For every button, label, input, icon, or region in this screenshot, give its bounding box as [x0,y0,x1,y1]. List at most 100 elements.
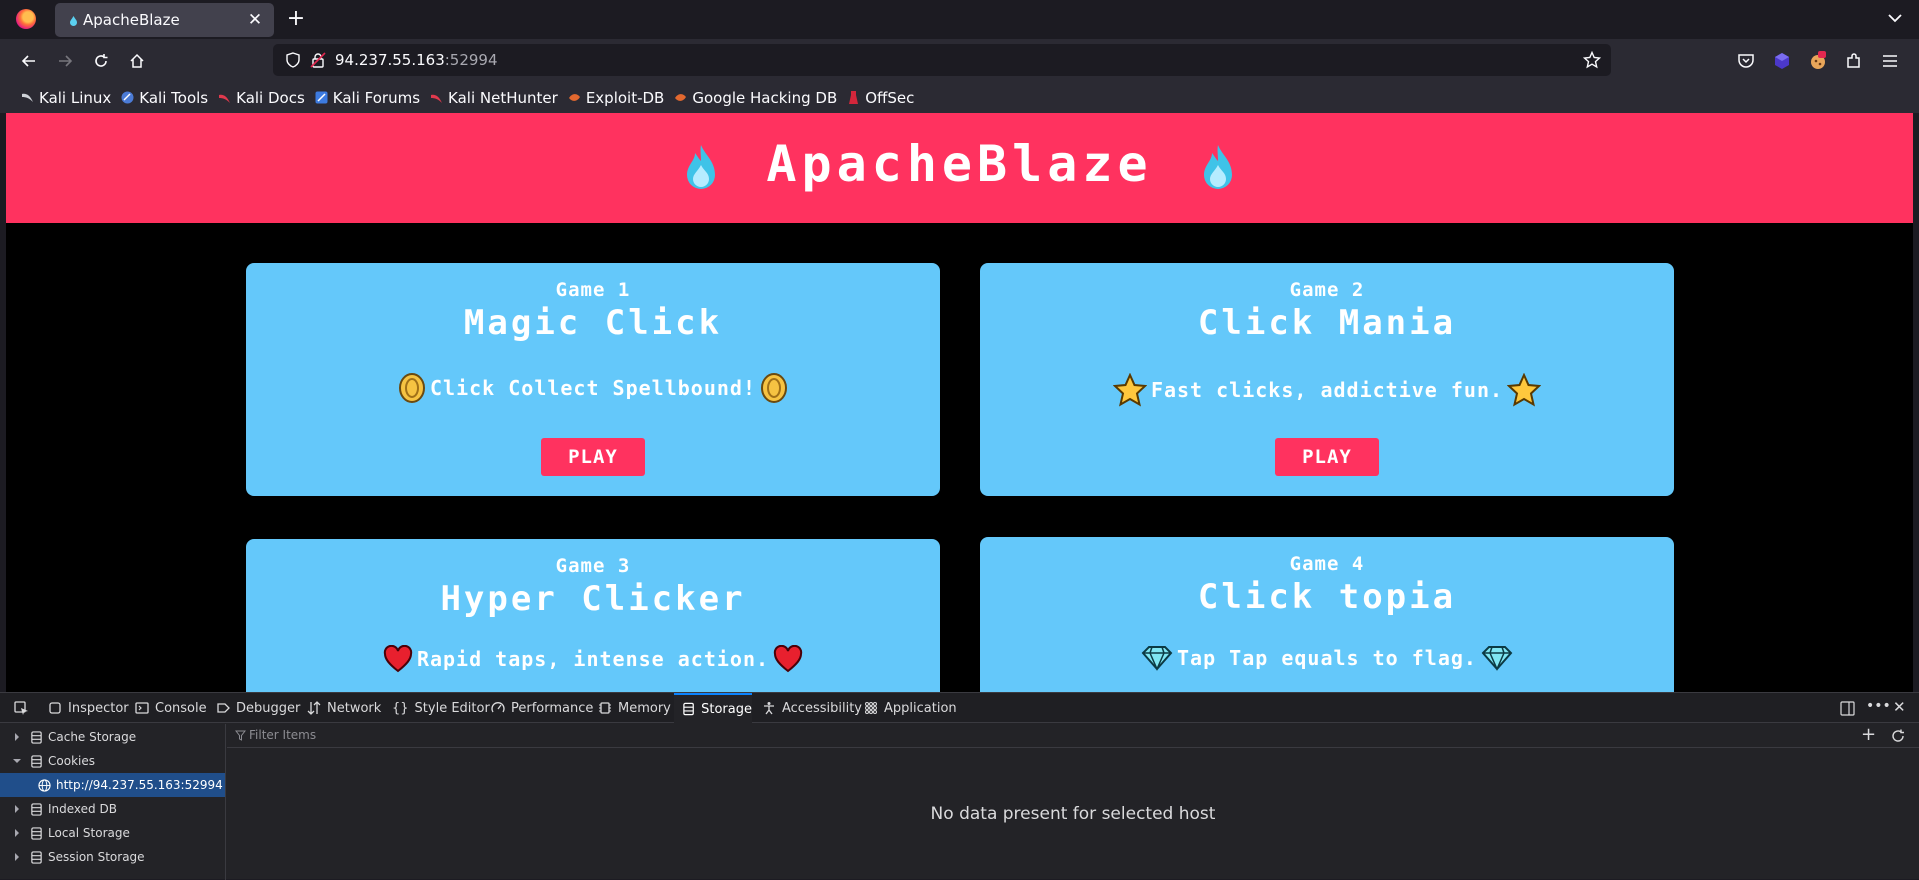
kali-tools-icon [121,91,134,104]
kali-dragon-icon [22,93,33,102]
chevron-down-icon[interactable] [1885,8,1905,28]
bookmark-label: Kali Docs [236,88,305,107]
tree-label: Cookies [48,754,95,768]
game-card-2: Game 2 Click Mania Fast clicks, addictiv… [980,263,1674,496]
refresh-icon[interactable] [1891,729,1905,743]
kali-forums-icon [315,91,328,104]
tree-item-local-storage[interactable]: Local Storage [0,821,225,845]
page-viewport: ApacheBlaze Game 1 Magic Click Click Col… [6,113,1913,692]
tree-item-cookies[interactable]: Cookies [0,749,225,773]
bookmark-exploit-db[interactable]: Exploit-DB [565,86,672,110]
extension-cube-icon[interactable] [1772,51,1792,71]
game-card-1: Game 1 Magic Click Click Collect Spellbo… [246,263,940,496]
offsec-icon [849,91,859,104]
tab-style-editor[interactable]: {} Style Editor [392,693,490,723]
debugger-icon [217,703,230,713]
devtools-toolbar: Inspector Console Debugger Network {} Sty… [0,693,1919,723]
firefox-logo-icon[interactable] [16,9,36,29]
filter-items-input[interactable]: Filter Items [249,728,316,742]
tab-apacheblaze[interactable]: ApacheBlaze ✕ [55,3,274,37]
pocket-icon[interactable] [1736,51,1756,71]
cookie-editor-icon[interactable] [1808,51,1828,71]
forward-button[interactable] [50,46,80,76]
close-devtools-icon[interactable]: ✕ [1893,698,1906,716]
chevron-right-icon [15,853,19,861]
site-title: ApacheBlaze [766,135,1153,193]
tab-console[interactable]: Console [135,693,207,723]
tab-network[interactable]: Network [307,693,381,723]
storage-icon [31,802,42,816]
game-name: Click topia [1197,577,1457,617]
tab-title: ApacheBlaze [83,11,180,29]
tab-inspector[interactable]: Inspector [48,693,129,723]
storage-table-area: Filter Items + No data present for selec… [227,724,1919,880]
tree-label: Session Storage [48,850,145,864]
close-tab-icon[interactable]: ✕ [244,9,266,31]
flame-favicon-icon [70,16,77,26]
tab-label: Application [884,700,957,716]
add-item-icon[interactable]: + [1861,724,1876,745]
heart-icon [773,645,803,673]
chevron-right-icon [15,829,19,837]
tree-item-session-storage[interactable]: Session Storage [0,845,225,869]
tab-memory[interactable]: Memory [598,693,671,723]
reload-button[interactable] [86,46,116,76]
tree-item-cache-storage[interactable]: Cache Storage [0,725,225,749]
tab-application[interactable]: Application [864,693,957,723]
braces-icon: {} [392,700,409,716]
game-number: Game 2 [1289,279,1365,301]
bookmark-label: Kali Tools [139,88,209,107]
tab-storage[interactable]: Storage [674,693,752,723]
game-number: Game 1 [555,279,631,301]
bookmark-kali-docs[interactable]: Kali Docs [215,86,312,110]
tracking-shield-icon[interactable] [285,52,301,68]
tab-label: Network [327,700,382,716]
chevron-right-icon [15,805,19,813]
more-options-icon[interactable]: ••• [1866,698,1891,714]
tree-label: http://94.237.55.163:52994 [56,778,223,792]
bookmark-label: OffSec [865,88,915,107]
diamond-icon [1481,646,1513,671]
home-button[interactable] [122,46,152,76]
bookmark-kali-linux[interactable]: Kali Linux [18,86,118,110]
play-button[interactable]: PLAY [1275,438,1379,476]
tab-performance[interactable]: Performance [491,693,593,723]
dock-side-icon[interactable] [1840,701,1855,716]
extensions-puzzle-icon[interactable] [1844,51,1864,71]
bookmark-offsec[interactable]: OffSec [844,86,921,110]
back-arrow-icon [21,55,35,67]
home-icon [130,53,144,68]
tree-item-cookie-host[interactable]: http://94.237.55.163:52994 [0,773,225,797]
play-button[interactable]: PLAY [541,438,645,476]
tab-label: Memory [618,700,671,716]
tab-accessibility[interactable]: Accessibility [762,693,862,723]
element-picker-icon[interactable] [14,701,29,716]
storage-icon [31,826,42,840]
bookmark-google-hacking-db[interactable]: Google Hacking DB [671,86,844,110]
kali-nethunter-icon [431,94,443,103]
tab-debugger[interactable]: Debugger [216,693,300,723]
storage-icon [31,850,42,864]
game-card-4: Game 4 Click topia Tap Tap equals to fla… [980,537,1674,692]
star-icon [1507,373,1542,407]
bookmark-kali-nethunter[interactable]: Kali NetHunter [427,86,565,110]
tab-label: Debugger [236,700,301,716]
site-header: ApacheBlaze [6,113,1913,223]
tree-item-indexed-db[interactable]: Indexed DB [0,797,225,821]
back-button[interactable] [14,46,44,76]
bookmark-kali-forums[interactable]: Kali Forums [312,86,427,110]
hamburger-menu-icon[interactable] [1880,51,1900,71]
accessibility-icon [764,702,774,715]
empty-state-message: No data present for selected host [930,804,1216,824]
insecure-lock-icon[interactable] [310,52,326,68]
game-description-text: Click Collect Spellbound! [429,376,757,400]
bookmark-kali-tools[interactable]: Kali Tools [118,86,215,110]
tree-label: Local Storage [48,826,130,840]
tree-label: Indexed DB [48,802,117,816]
bookmarks-toolbar: Kali Linux Kali Tools Kali Docs Kali For… [0,82,1919,113]
new-tab-button[interactable]: + [283,6,309,32]
bookmark-star-icon[interactable] [1583,51,1601,69]
game-description-text: Fast clicks, addictive fun. [1150,378,1504,402]
forward-arrow-icon [59,55,73,67]
address-bar[interactable]: 94.237.55.163:52994 [273,44,1611,76]
